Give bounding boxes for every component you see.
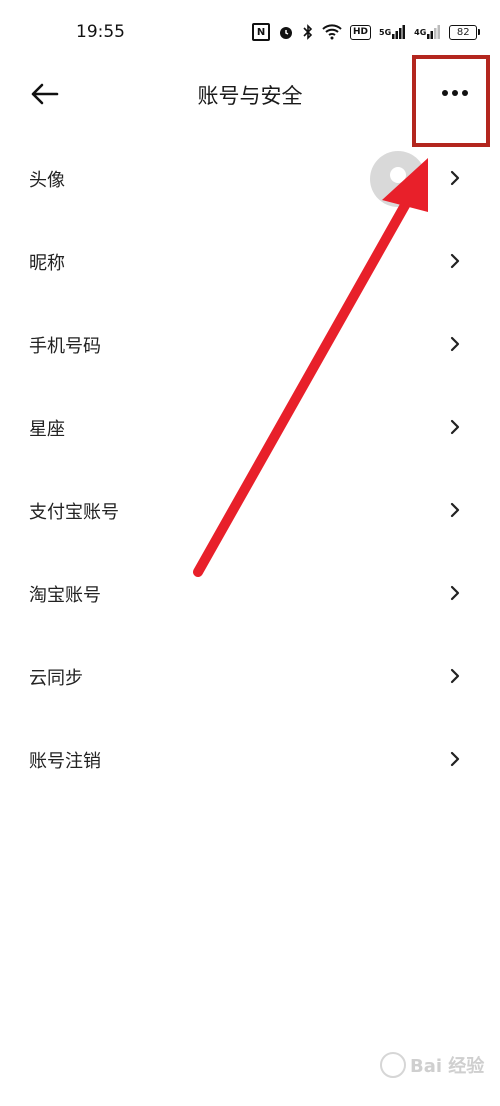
list-item-cloud-sync[interactable]: 云同步: [0, 636, 500, 719]
list-item-label: 淘宝账号: [29, 585, 101, 606]
list-item-constellation[interactable]: 星座: [0, 387, 500, 470]
list-item-account-deletion[interactable]: 账号注销: [0, 719, 500, 802]
chevron-right-icon: [450, 751, 460, 767]
battery-icon: 82: [449, 24, 481, 40]
chevron-right-icon: [450, 668, 460, 684]
list-item-label: 头像: [29, 170, 65, 191]
list-item-label: 云同步: [29, 668, 83, 689]
chevron-right-icon: [450, 419, 460, 435]
list-item-alipay[interactable]: 支付宝账号: [0, 470, 500, 553]
list-item-nickname[interactable]: 昵称: [0, 221, 500, 304]
hd-icon: HD: [350, 24, 372, 40]
header: 账号与安全: [0, 64, 500, 124]
nfc-icon: N: [252, 23, 270, 41]
status-icons: N HD 5G 4G 82: [252, 22, 481, 42]
settings-list: 头像 昵称 手机号码 星座 支付宝账号 淘宝账号 云同步 账号注销: [0, 138, 500, 802]
chevron-right-icon: [450, 585, 460, 601]
status-time: 19:55: [76, 22, 125, 42]
page-title: 账号与安全: [197, 84, 303, 108]
list-item-label: 星座: [29, 419, 65, 440]
chevron-right-icon: [450, 502, 460, 518]
list-item-phone[interactable]: 手机号码: [0, 304, 500, 387]
list-item-label: 支付宝账号: [29, 502, 119, 523]
wifi-icon: [322, 23, 342, 41]
list-item-label: 手机号码: [29, 336, 101, 357]
paw-logo-icon: [380, 1052, 406, 1078]
list-item-label: 昵称: [29, 253, 65, 274]
5g-label: 5G: [379, 27, 392, 37]
bluetooth-icon: [302, 23, 314, 41]
status-bar: 19:55 N HD 5G 4G 82: [0, 0, 500, 64]
more-icon: [442, 90, 468, 96]
alarm-icon: [278, 23, 294, 41]
list-item-taobao[interactable]: 淘宝账号: [0, 553, 500, 636]
list-item-label: 账号注销: [29, 751, 101, 772]
chevron-right-icon: [450, 170, 460, 186]
chevron-right-icon: [450, 336, 460, 352]
watermark: Bai 经验: [380, 1052, 484, 1078]
battery-level: 82: [449, 24, 478, 40]
chevron-right-icon: [450, 253, 460, 269]
list-item-avatar[interactable]: 头像: [0, 138, 500, 221]
avatar: [370, 151, 426, 207]
4g-label: 4G: [414, 27, 427, 37]
5g-signal-icon: 5G: [379, 23, 406, 41]
watermark-text: Bai 经验: [410, 1056, 485, 1077]
more-button[interactable]: [432, 78, 478, 108]
4g-signal-icon: 4G: [414, 23, 441, 41]
